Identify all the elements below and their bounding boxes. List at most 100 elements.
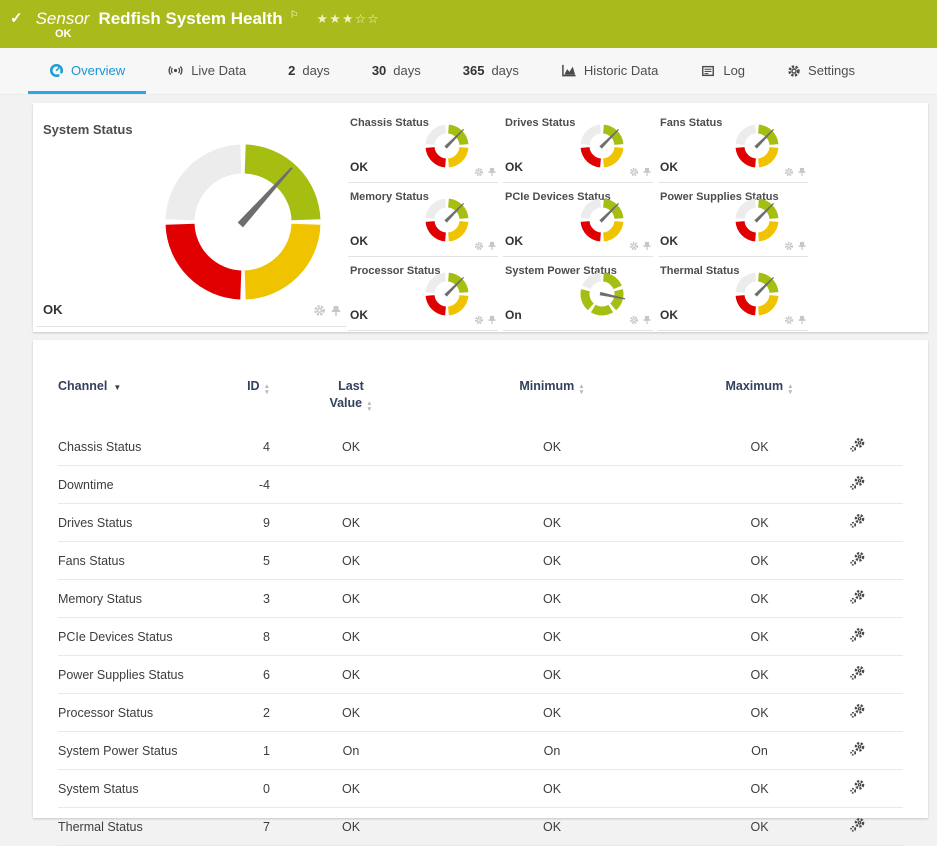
channel-gauge xyxy=(576,268,628,320)
cell-channel: Processor Status xyxy=(58,694,218,732)
pin-icon[interactable] xyxy=(797,241,807,251)
channel-settings-button[interactable] xyxy=(847,779,866,798)
tab-overview[interactable]: Overview xyxy=(28,48,146,94)
pin-icon[interactable] xyxy=(330,305,342,317)
sort-desc-icon: ▼ xyxy=(113,383,121,392)
channel-gauge-tile-system-power-status[interactable]: System Power StatusOn xyxy=(503,257,653,331)
column-header-minimum[interactable]: Minimum▲▼ xyxy=(432,378,672,428)
tab-365-days[interactable]: 365days xyxy=(442,48,540,94)
channel-gauge-title: Chassis Status xyxy=(350,117,429,129)
cell-channel: Fans Status xyxy=(58,542,218,580)
pin-icon[interactable] xyxy=(642,241,652,251)
gear-icon[interactable] xyxy=(474,315,484,325)
channel-table: Channel▼ID▲▼Last Value▲▼Minimum▲▼Maximum… xyxy=(58,378,903,846)
column-header-channel[interactable]: Channel▼ xyxy=(58,378,218,428)
tab-30-days[interactable]: 30days xyxy=(351,48,442,94)
pin-icon[interactable] xyxy=(642,167,652,177)
pin-icon[interactable] xyxy=(797,315,807,325)
tile-actions xyxy=(629,315,652,325)
gear-icon xyxy=(787,64,801,78)
system-status-gauge-tile[interactable]: System Status OK xyxy=(36,109,346,327)
channel-row-system-status: System Status0OKOKOK xyxy=(58,770,903,808)
channel-gauge-value: OK xyxy=(660,308,678,322)
channel-gauge-value: On xyxy=(505,308,522,322)
channel-gauge xyxy=(576,194,628,246)
channel-settings-button[interactable] xyxy=(847,627,866,646)
channel-gauge-tile-thermal-status[interactable]: Thermal StatusOK xyxy=(658,257,808,331)
cell-last: OK xyxy=(270,808,432,846)
gauges-panel: System Status OK Chassis StatusOKDrives … xyxy=(33,103,928,332)
channel-settings-button[interactable] xyxy=(847,437,866,456)
cell-channel: Chassis Status xyxy=(58,428,218,466)
cell-last: OK xyxy=(270,504,432,542)
column-header-maximum[interactable]: Maximum▲▼ xyxy=(672,378,847,428)
column-header-last-value[interactable]: Last Value▲▼ xyxy=(270,378,432,428)
channel-gauge-tile-processor-status[interactable]: Processor StatusOK xyxy=(348,257,498,331)
cell-max: OK xyxy=(672,808,847,846)
tab-2-days[interactable]: 2days xyxy=(267,48,351,94)
gear-icon[interactable] xyxy=(474,167,484,177)
cell-id: 0 xyxy=(218,770,270,808)
column-header-id[interactable]: ID▲▼ xyxy=(218,378,270,428)
cell-max: On xyxy=(672,732,847,770)
star-filled-icon[interactable]: ★ xyxy=(329,12,342,26)
cell-max: OK xyxy=(672,542,847,580)
channel-settings-button[interactable] xyxy=(847,703,866,722)
gear-icon[interactable] xyxy=(629,241,639,251)
channel-gauge-tile-drives-status[interactable]: Drives StatusOK xyxy=(503,109,653,183)
object-kind-label: Sensor xyxy=(36,9,90,29)
channel-settings-button[interactable] xyxy=(847,513,866,532)
channel-settings-button[interactable] xyxy=(847,665,866,684)
channel-gauge-tile-chassis-status[interactable]: Chassis StatusOK xyxy=(348,109,498,183)
gear-icon[interactable] xyxy=(313,304,326,317)
gear-icon[interactable] xyxy=(784,241,794,251)
live-data-icon xyxy=(167,63,184,78)
pin-icon[interactable] xyxy=(487,241,497,251)
channel-gauge-value: OK xyxy=(505,160,523,174)
star-filled-icon[interactable]: ★ xyxy=(317,12,330,26)
gear-icon[interactable] xyxy=(629,167,639,177)
channel-settings-button[interactable] xyxy=(847,741,866,760)
cell-max: OK xyxy=(672,770,847,808)
tab-log[interactable]: Log xyxy=(679,48,766,94)
tab-label: Historic Data xyxy=(584,63,658,78)
tab-label: days xyxy=(302,63,329,78)
tab-historic-data[interactable]: Historic Data xyxy=(540,48,679,94)
column-label: Maximum xyxy=(725,379,783,393)
channel-settings-button[interactable] xyxy=(847,817,866,836)
cell-id: 1 xyxy=(218,732,270,770)
flag-icon[interactable]: ⚐ xyxy=(290,10,299,21)
channel-gauge-tile-power-supplies-status[interactable]: Power Supplies StatusOK xyxy=(658,183,808,257)
channel-row-fans-status: Fans Status5OKOKOK xyxy=(58,542,903,580)
pin-icon[interactable] xyxy=(487,167,497,177)
cell-id: 4 xyxy=(218,428,270,466)
gear-icon[interactable] xyxy=(784,315,794,325)
channel-settings-button[interactable] xyxy=(847,589,866,608)
tab-settings[interactable]: Settings xyxy=(766,48,876,94)
channel-gauge-value: OK xyxy=(350,308,368,322)
gear-icon[interactable] xyxy=(474,241,484,251)
cell-max: OK xyxy=(672,580,847,618)
tab-live-data[interactable]: Live Data xyxy=(146,48,267,94)
star-empty-icon[interactable]: ☆ xyxy=(368,12,381,26)
pin-icon[interactable] xyxy=(642,315,652,325)
tile-actions xyxy=(474,167,497,177)
channel-settings-button[interactable] xyxy=(847,551,866,570)
priority-stars[interactable]: ★★★☆☆ xyxy=(317,11,381,26)
channel-gauges-grid: Chassis StatusOKDrives StatusOKFans Stat… xyxy=(348,109,808,332)
pin-icon[interactable] xyxy=(797,167,807,177)
channel-gauge-tile-memory-status[interactable]: Memory StatusOK xyxy=(348,183,498,257)
channels-panel: Channel▼ID▲▼Last Value▲▼Minimum▲▼Maximum… xyxy=(33,340,928,818)
cell-id: 6 xyxy=(218,656,270,694)
gear-icon[interactable] xyxy=(784,167,794,177)
star-filled-icon[interactable]: ★ xyxy=(342,12,355,26)
channel-gauge-tile-fans-status[interactable]: Fans StatusOK xyxy=(658,109,808,183)
tile-actions xyxy=(629,167,652,177)
channel-gauge-tile-pcie-devices-status[interactable]: PCIe Devices StatusOK xyxy=(503,183,653,257)
star-empty-icon[interactable]: ☆ xyxy=(355,12,368,26)
channel-row-chassis-status: Chassis Status4OKOKOK xyxy=(58,428,903,466)
gear-icon[interactable] xyxy=(629,315,639,325)
channel-settings-button[interactable] xyxy=(847,475,866,494)
pin-icon[interactable] xyxy=(487,315,497,325)
cell-id: 7 xyxy=(218,808,270,846)
